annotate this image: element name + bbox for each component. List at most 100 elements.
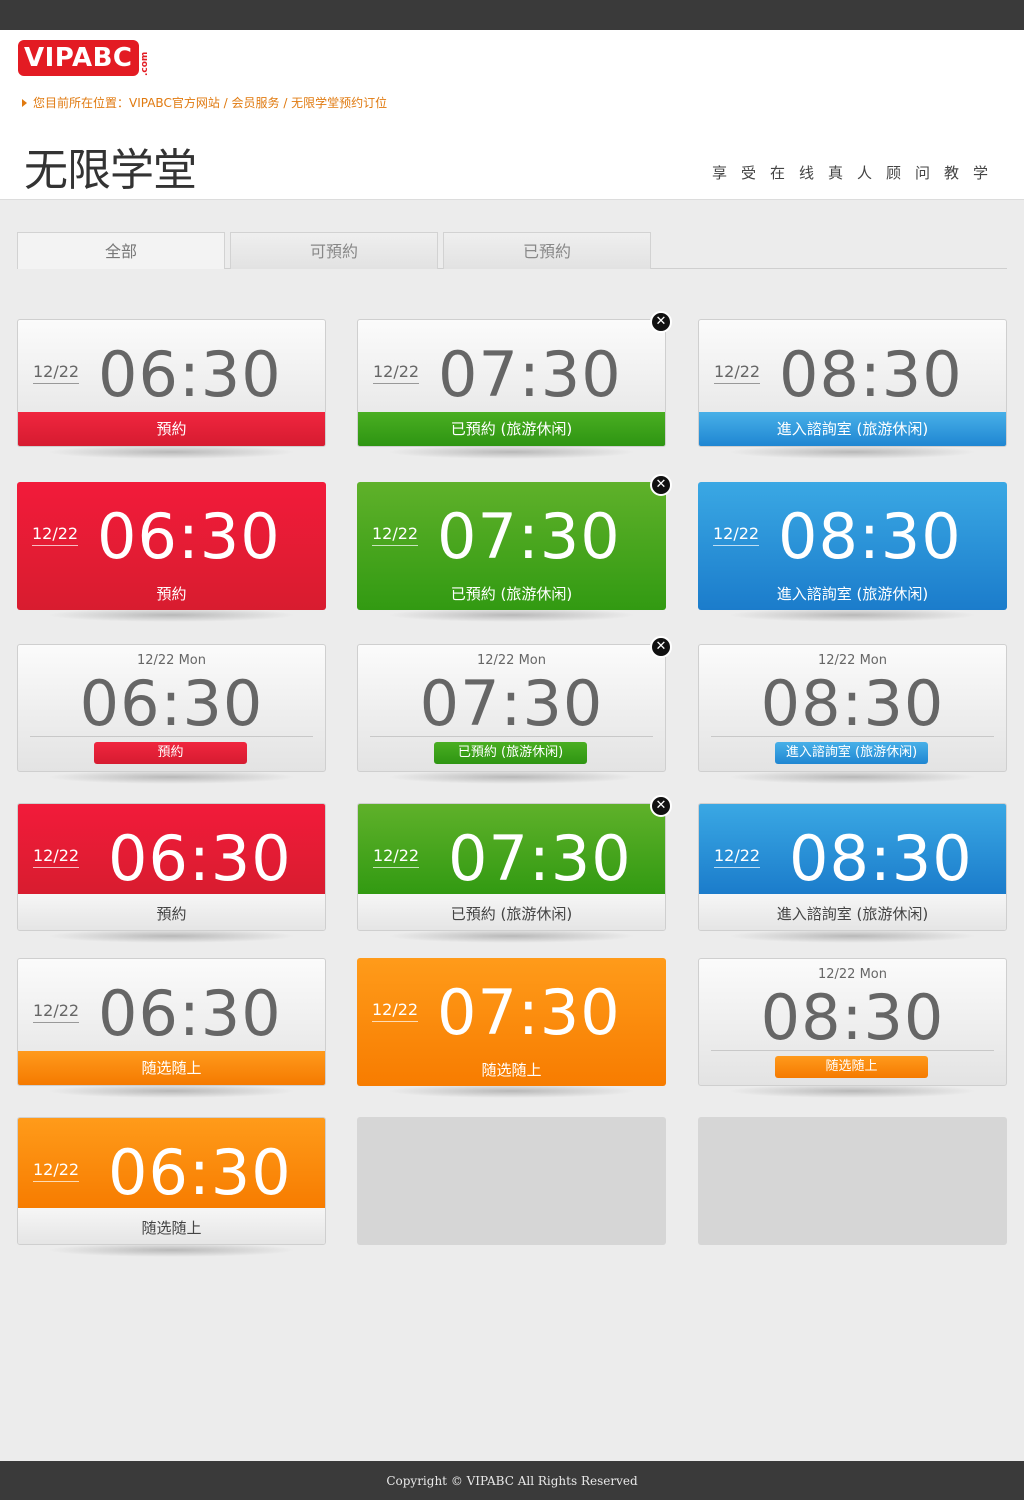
- session-date: 12/22: [33, 846, 80, 868]
- session-card[interactable]: 12/22 06:30 預約: [17, 319, 326, 459]
- session-card[interactable]: 12/22 06:30 随选随上: [17, 958, 326, 1098]
- empty-slot: [698, 1117, 1007, 1245]
- session-action-button[interactable]: 進入諮詢室 (旅游休闲): [699, 412, 1006, 446]
- session-date: 12/22: [373, 846, 420, 868]
- session-action-button[interactable]: 預約: [18, 894, 325, 930]
- session-card[interactable]: 12/22 08:30 進入諮詢室 (旅游休闲): [698, 803, 1007, 943]
- session-action-button[interactable]: 已預約 (旅游休闲): [358, 412, 665, 446]
- close-icon[interactable]: ✕: [650, 474, 672, 496]
- session-action-label[interactable]: 随选随上: [357, 1059, 666, 1080]
- session-action-button[interactable]: 預約: [94, 742, 247, 764]
- logo-suffix: .com: [139, 51, 150, 76]
- session-date: 12/22: [33, 1160, 80, 1182]
- card-divider: [711, 736, 994, 737]
- footer: Copyright © VIPABC All Rights Reserved: [0, 1461, 1024, 1500]
- session-time: 08:30: [760, 667, 945, 740]
- session-time: 06:30: [79, 667, 264, 740]
- session-date: 12/22 Mon: [817, 967, 887, 982]
- breadcrumb-arrow-icon: [22, 98, 27, 107]
- top-bar: [0, 0, 1024, 30]
- session-card[interactable]: 12/22 06:30 随选随上: [17, 1117, 326, 1257]
- session-date: 12/22 Mon: [136, 653, 206, 668]
- session-action-button[interactable]: 已預約 (旅游休闲): [358, 894, 665, 930]
- session-card[interactable]: 12/22 06:30 預約: [17, 482, 326, 622]
- card-shadow: [47, 445, 296, 459]
- session-action-button[interactable]: 随选随上: [18, 1051, 325, 1085]
- session-action-label[interactable]: 進入諮詢室 (旅游休闲): [698, 583, 1007, 604]
- session-time: 06:30: [98, 338, 282, 411]
- session-action-button[interactable]: 進入諮詢室 (旅游休闲): [699, 894, 1006, 930]
- card-shadow: [728, 929, 977, 943]
- session-card[interactable]: 12/22 Mon 08:30 進入諮詢室 (旅游休闲): [698, 644, 1007, 784]
- filter-tabs: 全部 可預約 已預約: [17, 232, 1007, 269]
- session-date: 12/22: [33, 362, 80, 384]
- close-icon[interactable]: ✕: [650, 795, 672, 817]
- card-body: 12/22 08:30 進入諮詢室 (旅游休闲): [698, 319, 1007, 447]
- logo-text: VIPABC: [18, 40, 139, 76]
- card-body: 12/22 08:30 進入諮詢室 (旅游休闲): [698, 803, 1007, 931]
- card-shadow: [728, 608, 977, 622]
- session-action-button[interactable]: 預約: [18, 412, 325, 446]
- card-shadow: [47, 1243, 296, 1257]
- card-body: 12/22 Mon 08:30 随选随上: [698, 958, 1007, 1086]
- session-card[interactable]: 12/22 Mon 08:30 随选随上: [698, 958, 1007, 1098]
- card-body: 12/22 06:30 預約: [17, 482, 326, 610]
- card-shadow: [728, 1084, 977, 1098]
- card-divider: [30, 736, 313, 737]
- session-time: 07:30: [448, 822, 632, 895]
- card-color-header: 12/22 06:30: [18, 804, 325, 895]
- session-card[interactable]: 12/22 Mon 07:30 已預約 (旅游休闲) ✕: [357, 636, 672, 784]
- session-action-button[interactable]: 已預約 (旅游休闲): [434, 742, 587, 764]
- session-card[interactable]: 12/22 06:30 預約: [17, 803, 326, 943]
- card-color-header: 12/22 06:30: [18, 1118, 325, 1209]
- session-action-button[interactable]: 進入諮詢室 (旅游休闲): [775, 742, 928, 764]
- session-time: 06:30: [108, 822, 292, 895]
- card-shadow: [728, 445, 977, 459]
- card-shadow: [387, 1084, 636, 1098]
- session-action-label[interactable]: 預約: [17, 583, 326, 604]
- card-shadow: [728, 770, 977, 784]
- session-card[interactable]: 12/22 07:30 已預約 (旅游休闲) ✕: [357, 311, 672, 459]
- header: VIPABC .com 您目前所在位置：VIPABC官方网站 / 会员服务 / …: [0, 30, 1024, 200]
- session-time: 08:30: [779, 338, 963, 411]
- card-body: 12/22 08:30 進入諮詢室 (旅游休闲): [698, 482, 1007, 610]
- session-date: 12/22: [372, 1000, 419, 1022]
- session-date: 12/22: [32, 524, 79, 546]
- session-date: 12/22: [714, 362, 761, 384]
- card-body: 12/22 07:30 已預約 (旅游休闲): [357, 319, 666, 447]
- session-action-button[interactable]: 随选随上: [18, 1208, 325, 1244]
- empty-slot: [357, 1117, 666, 1245]
- tab-available[interactable]: 可預約: [230, 232, 438, 269]
- card-shadow: [47, 1084, 296, 1098]
- card-body: 12/22 06:30 随选随上: [17, 1117, 326, 1245]
- card-color-header: 12/22 08:30: [699, 804, 1006, 895]
- session-action-button[interactable]: 随选随上: [775, 1056, 928, 1078]
- card-shadow: [47, 929, 296, 943]
- card-body: 12/22 06:30 預約: [17, 319, 326, 447]
- session-date: 12/22: [373, 362, 420, 384]
- tab-all[interactable]: 全部: [17, 232, 225, 269]
- session-card[interactable]: 12/22 07:30 已預約 (旅游休闲) ✕: [357, 795, 672, 943]
- breadcrumb-text[interactable]: 您目前所在位置：VIPABC官方网站 / 会员服务 / 无限学堂预约订位: [33, 94, 387, 111]
- session-card[interactable]: 12/22 07:30 已預約 (旅游休闲) ✕: [357, 474, 672, 622]
- session-card[interactable]: 12/22 08:30 進入諮詢室 (旅游休闲): [698, 319, 1007, 459]
- session-time: 08:30: [789, 822, 973, 895]
- slogan: 享受在线真人顾问教学: [711, 164, 1002, 182]
- close-icon[interactable]: ✕: [650, 311, 672, 333]
- session-time: 07:30: [437, 976, 621, 1049]
- session-time: 06:30: [97, 500, 281, 573]
- vipabc-logo[interactable]: VIPABC .com: [18, 40, 150, 76]
- card-body: 12/22 07:30 已預約 (旅游休闲): [357, 803, 666, 931]
- session-date: 12/22 Mon: [817, 653, 887, 668]
- card-shadow: [387, 929, 636, 943]
- session-time: 08:30: [760, 981, 945, 1054]
- session-card[interactable]: 12/22 07:30 随选随上: [357, 958, 666, 1098]
- card-divider: [711, 1050, 994, 1051]
- session-card[interactable]: 12/22 08:30 進入諮詢室 (旅游休闲): [698, 482, 1007, 622]
- tab-booked[interactable]: 已預約: [443, 232, 651, 269]
- session-date: 12/22: [714, 846, 761, 868]
- session-action-label[interactable]: 已預約 (旅游休闲): [357, 583, 666, 604]
- breadcrumb: 您目前所在位置：VIPABC官方网站 / 会员服务 / 无限学堂预约订位: [22, 94, 387, 111]
- close-icon[interactable]: ✕: [650, 636, 672, 658]
- session-card[interactable]: 12/22 Mon 06:30 預約: [17, 644, 326, 784]
